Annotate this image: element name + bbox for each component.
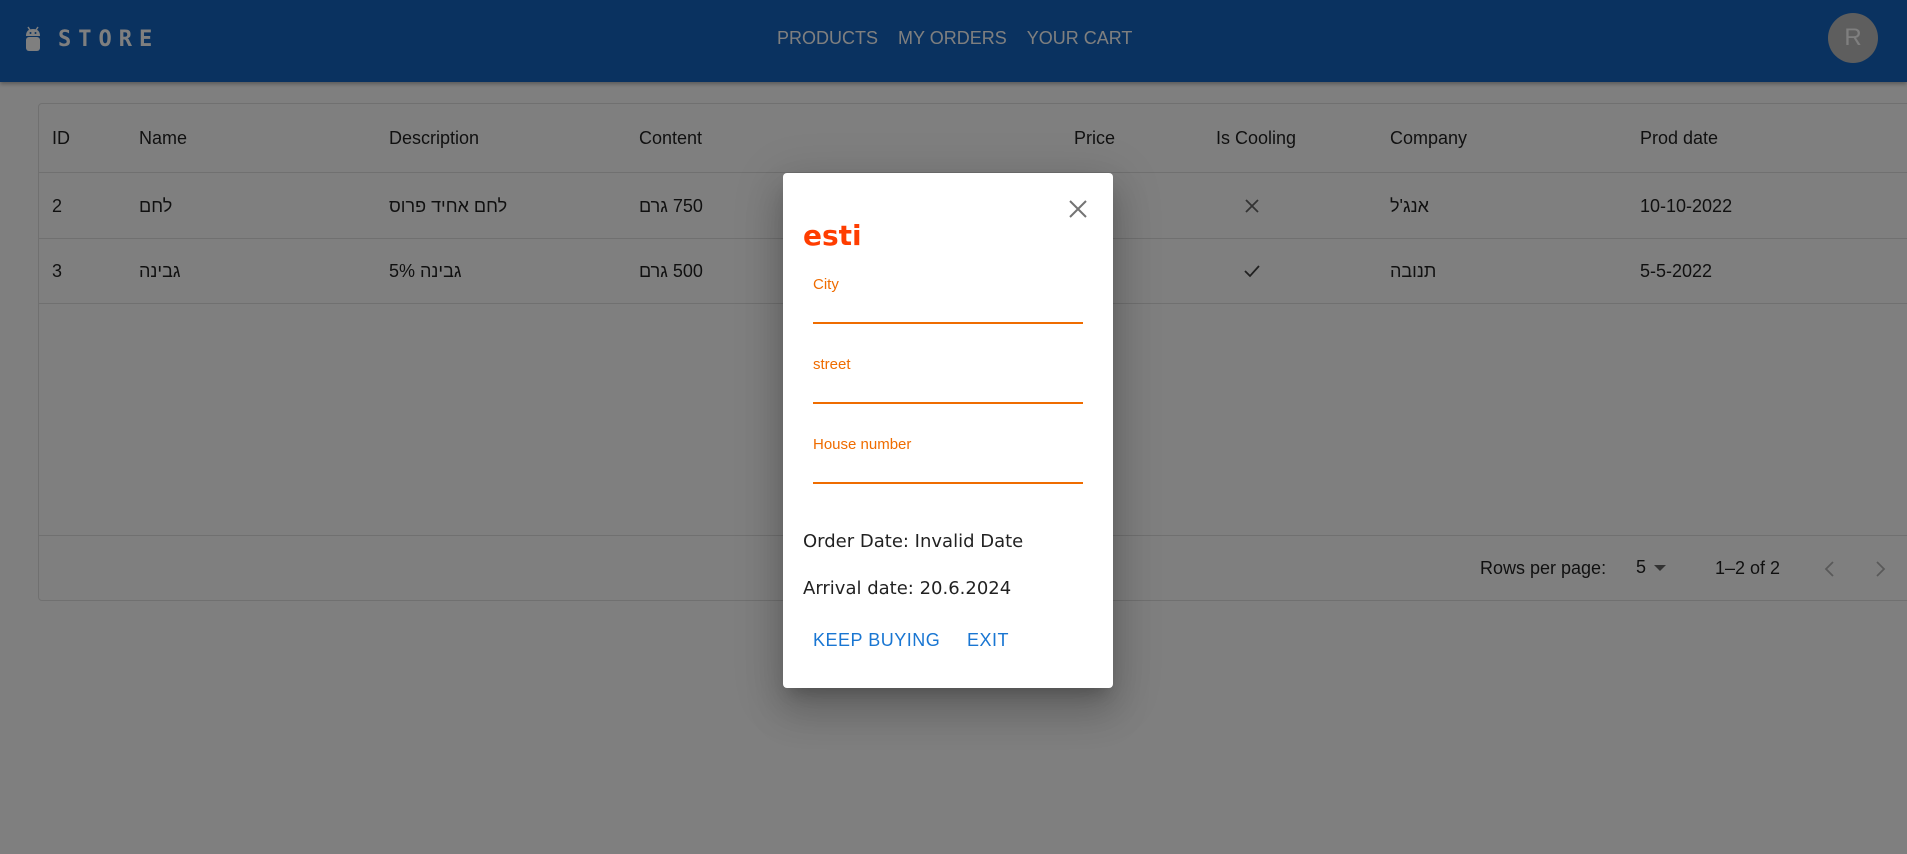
city-label: City bbox=[813, 276, 839, 293]
order-date-text: Order Date: Invalid Date bbox=[803, 531, 1024, 552]
house-number-input[interactable] bbox=[813, 454, 1083, 484]
exit-button[interactable]: EXIT bbox=[967, 630, 1009, 651]
house-number-field: House number bbox=[813, 436, 1083, 496]
city-input[interactable] bbox=[813, 294, 1083, 324]
close-icon[interactable] bbox=[1065, 196, 1091, 222]
house-number-label: House number bbox=[813, 436, 912, 453]
street-field: street bbox=[813, 356, 1083, 416]
order-dialog: esti City street House number Order Date… bbox=[783, 173, 1113, 688]
city-field: City bbox=[813, 276, 1083, 336]
street-input[interactable] bbox=[813, 374, 1083, 404]
dialog-title: esti bbox=[803, 219, 862, 252]
street-label: street bbox=[813, 356, 851, 373]
keep-buying-button[interactable]: KEEP BUYING bbox=[813, 630, 940, 651]
arrival-date-text: Arrival date: 20.6.2024 bbox=[803, 578, 1012, 599]
